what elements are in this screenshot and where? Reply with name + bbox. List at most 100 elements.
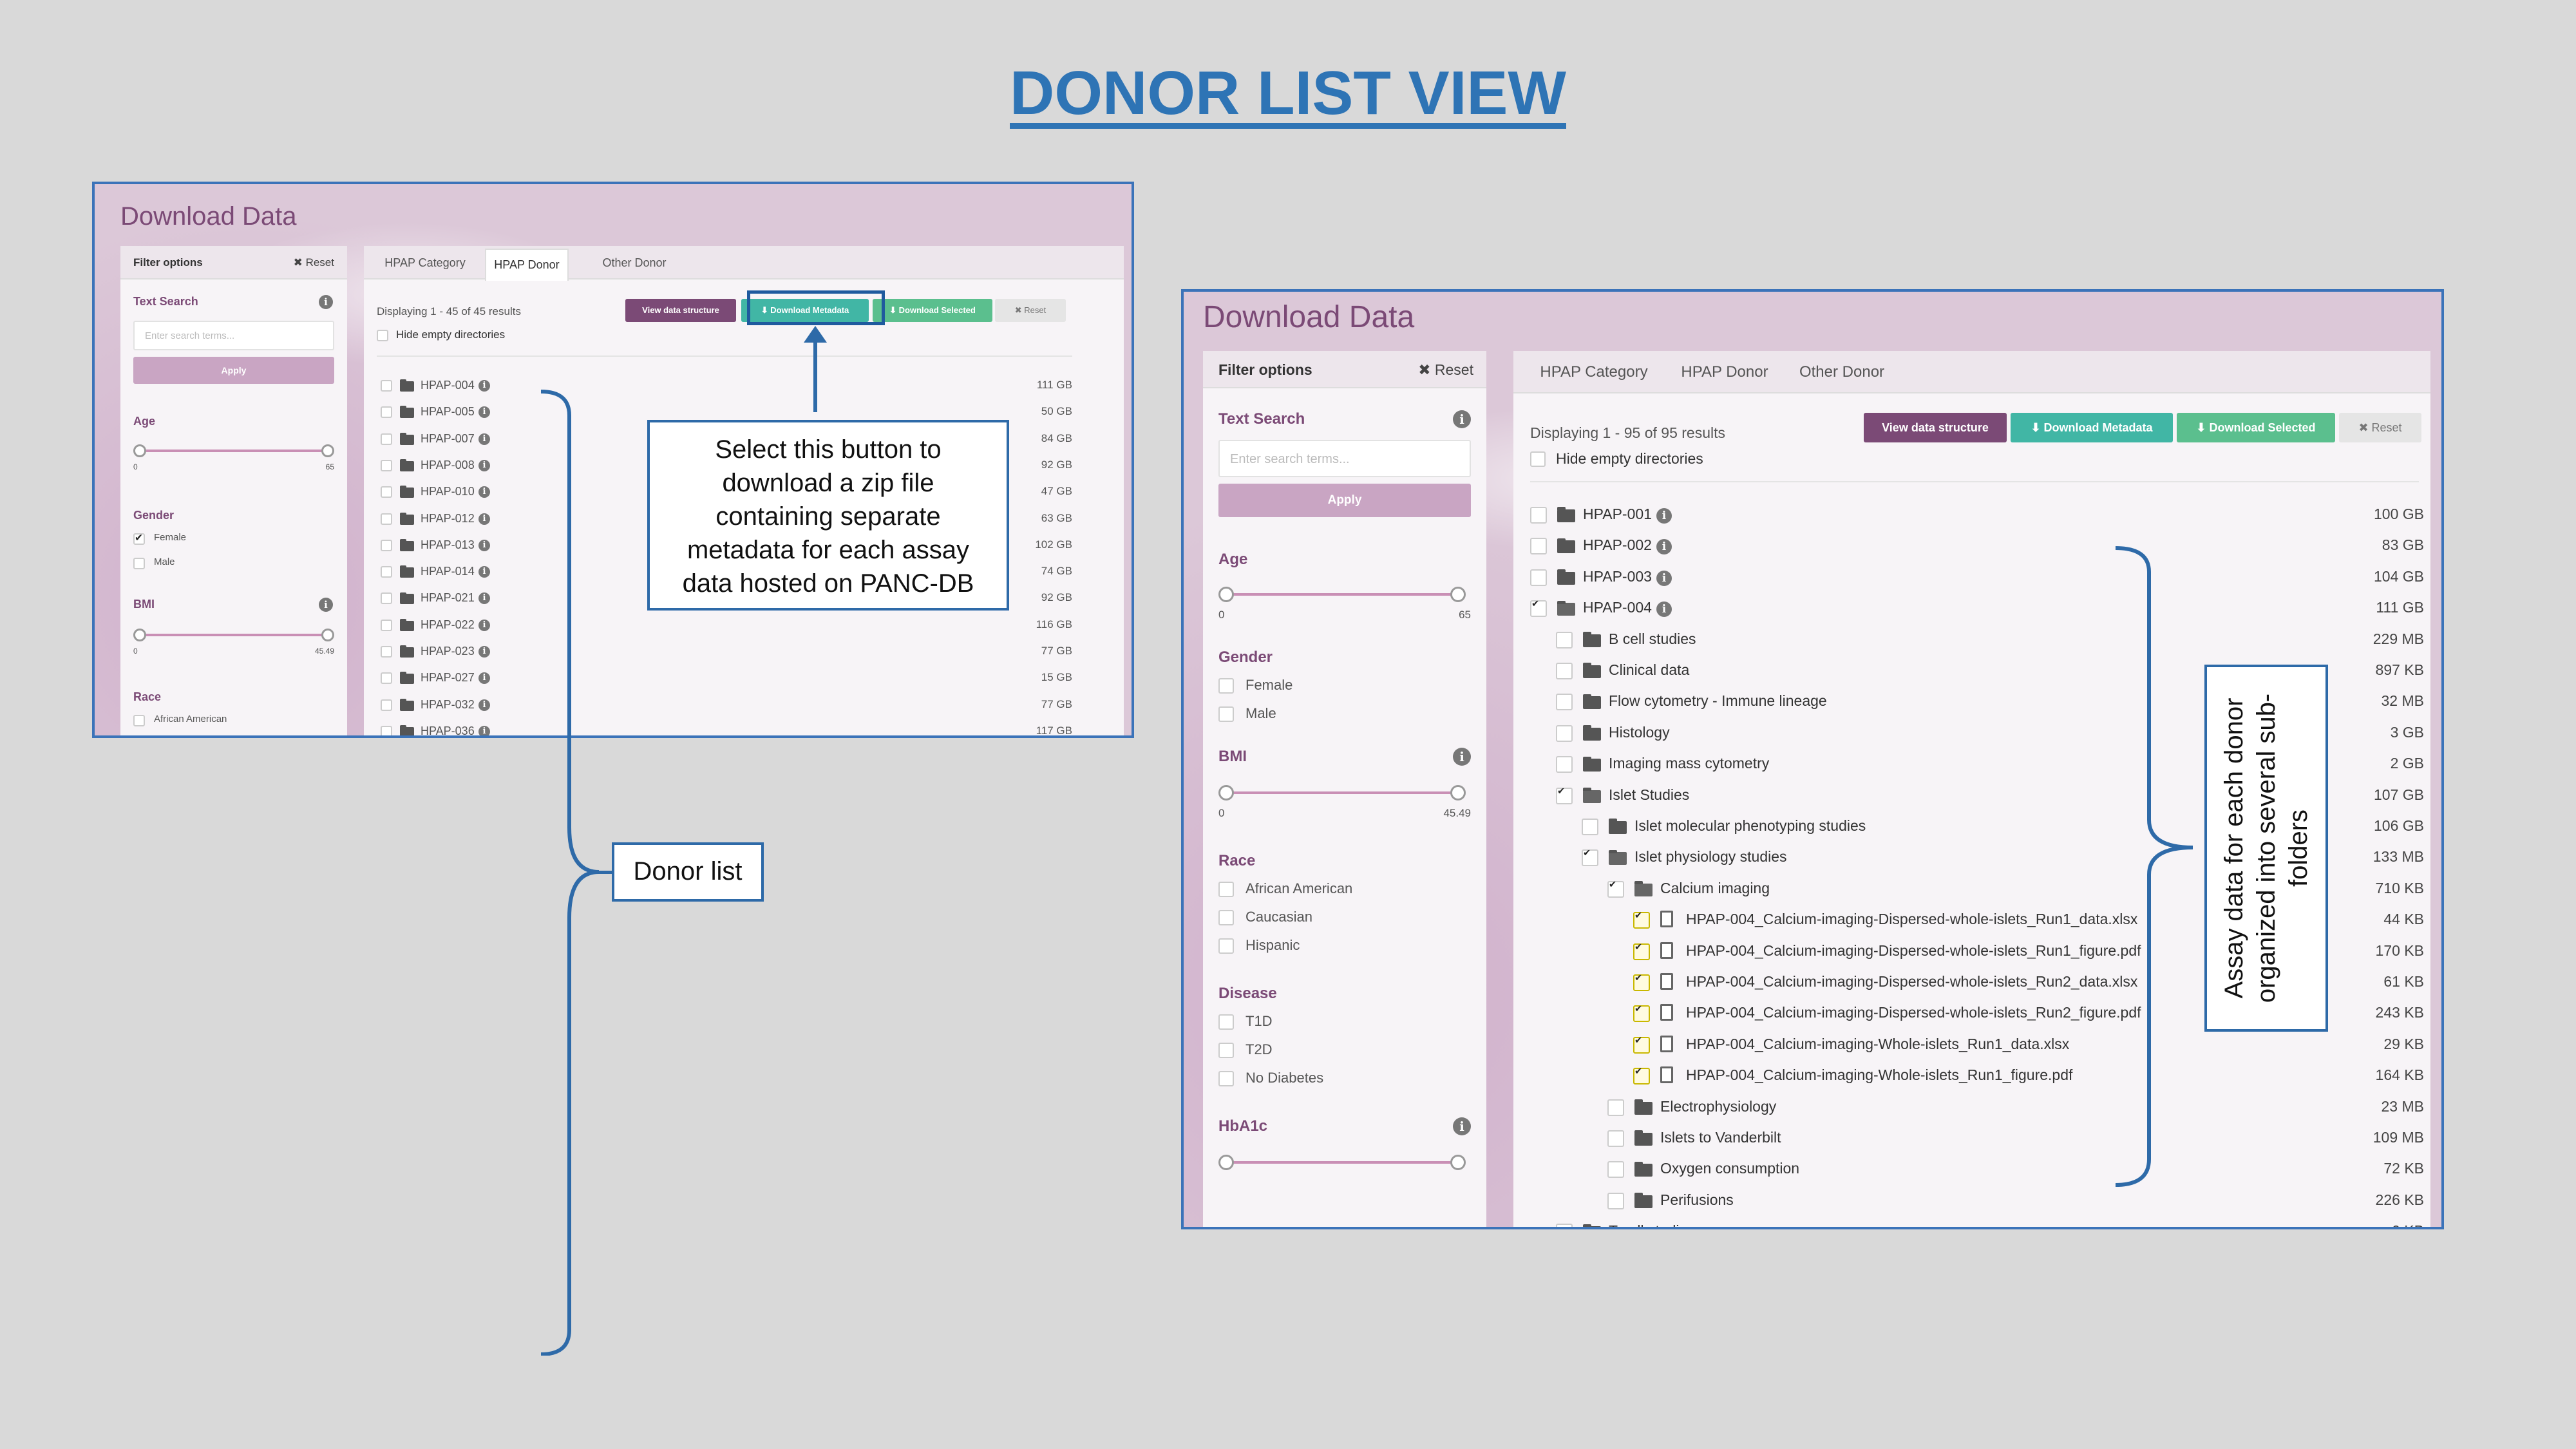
tab-hpap-donor[interactable]: HPAP Donor	[1672, 351, 1777, 393]
donor-checkbox[interactable]	[381, 486, 392, 498]
file-row[interactable]: HPAP-004_Calcium-imaging-Whole-islets_Ru…	[1513, 1033, 2424, 1059]
info-icon[interactable]: i	[478, 459, 490, 471]
download-selected-button[interactable]: ⬇ Download Selected	[873, 299, 992, 322]
gender-male-checkbox[interactable]	[1218, 706, 1234, 722]
row-checkbox[interactable]	[1556, 724, 1573, 742]
donor-checkbox[interactable]	[381, 646, 392, 658]
disease-1-checkbox[interactable]	[1218, 1043, 1234, 1058]
row-checkbox[interactable]	[1556, 631, 1573, 649]
info-icon[interactable]: i	[1656, 570, 1672, 586]
info-icon[interactable]: i	[478, 725, 490, 735]
race-2-checkbox[interactable]	[1218, 938, 1234, 954]
info-icon[interactable]: i	[478, 539, 490, 551]
donor-row[interactable]: HPAP-036 i 117 GB	[364, 723, 1072, 735]
folder-row[interactable]: B cell studies 229 MB	[1513, 628, 2424, 654]
tab-other-donor[interactable]: Other Donor	[1785, 351, 1899, 393]
view-data-structure-button[interactable]: View data structure	[625, 299, 736, 322]
donor-checkbox[interactable]	[381, 699, 392, 711]
hide-empty-checkbox[interactable]	[377, 330, 388, 341]
hba1c-slider-min-handle[interactable]	[1218, 1155, 1234, 1170]
age-slider-min-handle[interactable]	[133, 444, 146, 457]
donor-checkbox[interactable]	[381, 592, 392, 605]
info-icon[interactable]: i	[1656, 508, 1672, 524]
disease-2-checkbox[interactable]	[1218, 1071, 1234, 1086]
filter-reset-button[interactable]: ✖ Reset	[294, 246, 334, 279]
donor-checkbox[interactable]	[381, 566, 392, 578]
search-input[interactable]: Enter search terms...	[1218, 440, 1471, 477]
row-checkbox[interactable]	[1607, 1130, 1624, 1147]
donor-checkbox[interactable]	[381, 672, 392, 685]
info-icon[interactable]: i	[478, 566, 490, 578]
row-checkbox[interactable]	[1556, 756, 1573, 773]
row-checkbox[interactable]	[1556, 1224, 1573, 1227]
donor-row[interactable]: HPAP-004 i 111 GB	[364, 377, 1072, 399]
row-checkbox[interactable]	[1633, 911, 1650, 929]
info-icon[interactable]: i	[478, 646, 490, 658]
donor-checkbox[interactable]	[381, 725, 392, 735]
row-checkbox[interactable]	[1607, 880, 1624, 898]
folder-row[interactable]: HPAP-001 i 100 GB	[1513, 503, 2424, 529]
donor-checkbox[interactable]	[381, 619, 392, 631]
file-row[interactable]: HPAP-004_Calcium-imaging-Whole-islets_Ru…	[1513, 1064, 2424, 1090]
row-checkbox[interactable]	[1633, 973, 1650, 991]
donor-checkbox[interactable]	[381, 380, 392, 392]
row-checkbox[interactable]	[1530, 507, 1547, 524]
row-checkbox[interactable]	[1582, 848, 1598, 867]
race-0-checkbox[interactable]	[133, 715, 145, 726]
donor-checkbox[interactable]	[381, 433, 392, 445]
folder-row[interactable]: Islets to Vanderbilt 109 MB	[1513, 1126, 2424, 1152]
info-icon[interactable]: i	[478, 513, 490, 525]
donor-checkbox[interactable]	[381, 539, 392, 551]
info-icon[interactable]: i	[478, 486, 490, 498]
row-checkbox[interactable]	[1607, 1099, 1624, 1116]
age-slider-max-handle[interactable]	[1450, 587, 1466, 602]
row-checkbox[interactable]	[1607, 1192, 1624, 1209]
donor-row[interactable]: HPAP-027 i 15 GB	[364, 670, 1072, 692]
info-icon[interactable]: i	[1656, 539, 1672, 555]
donor-checkbox[interactable]	[381, 459, 392, 471]
donor-row[interactable]: HPAP-023 i 77 GB	[364, 643, 1072, 665]
hide-empty-checkbox[interactable]	[1530, 451, 1546, 467]
row-checkbox[interactable]	[1633, 1066, 1650, 1085]
race-1-checkbox[interactable]	[1218, 910, 1234, 925]
row-checkbox[interactable]	[1530, 538, 1547, 555]
gender-male-checkbox[interactable]	[133, 558, 145, 569]
row-checkbox[interactable]	[1556, 694, 1573, 711]
donor-row[interactable]: HPAP-032 i 77 GB	[364, 697, 1072, 719]
bmi-slider-min-handle[interactable]	[1218, 785, 1234, 800]
info-icon[interactable]: i	[478, 406, 490, 419]
info-icon[interactable]: i	[478, 699, 490, 711]
download-metadata-button[interactable]: ⬇ Download Metadata	[2011, 413, 2173, 442]
info-icon[interactable]: i	[478, 592, 490, 605]
info-icon[interactable]: i	[478, 380, 490, 392]
folder-row[interactable]: HPAP-004i 111 GB	[1513, 596, 2424, 622]
info-icon[interactable]: i	[478, 672, 490, 685]
row-checkbox[interactable]	[1582, 819, 1598, 835]
donor-row[interactable]: HPAP-022 i 116 GB	[364, 617, 1072, 639]
age-slider-min-handle[interactable]	[1218, 587, 1234, 602]
info-icon[interactable]: i	[478, 433, 490, 445]
tab-other-donor[interactable]: Other Donor	[589, 246, 679, 279]
donor-checkbox[interactable]	[381, 406, 392, 419]
info-icon[interactable]: i	[478, 619, 490, 631]
apply-button[interactable]: Apply	[1218, 484, 1471, 517]
bmi-slider-max-handle[interactable]	[1450, 785, 1466, 800]
folder-row[interactable]: Electrophysiology 23 MB	[1513, 1095, 2424, 1121]
folder-row[interactable]: HPAP-003 i 104 GB	[1513, 565, 2424, 591]
row-checkbox[interactable]	[1530, 599, 1547, 618]
filter-reset-button[interactable]: ✖ Reset	[1418, 351, 1473, 388]
tab-hpap-donor[interactable]: HPAP Donor	[485, 249, 569, 281]
gender-female-checkbox[interactable]	[133, 532, 145, 545]
row-checkbox[interactable]	[1607, 1161, 1624, 1179]
row-checkbox[interactable]	[1633, 1004, 1650, 1023]
reset-button[interactable]: ✖ Reset	[2339, 413, 2421, 442]
download-selected-button[interactable]: ⬇ Download Selected	[2177, 413, 2335, 442]
view-data-structure-button[interactable]: View data structure	[1864, 413, 2007, 442]
row-checkbox[interactable]	[1633, 942, 1650, 960]
folder-row[interactable]: Perifusions 226 KB	[1513, 1189, 2424, 1215]
donor-checkbox[interactable]	[381, 513, 392, 525]
disease-0-checkbox[interactable]	[1218, 1014, 1234, 1030]
tab-hpap-category[interactable]: HPAP Category	[377, 246, 473, 279]
row-checkbox[interactable]	[1556, 663, 1573, 679]
gender-female-checkbox[interactable]	[1218, 678, 1234, 694]
